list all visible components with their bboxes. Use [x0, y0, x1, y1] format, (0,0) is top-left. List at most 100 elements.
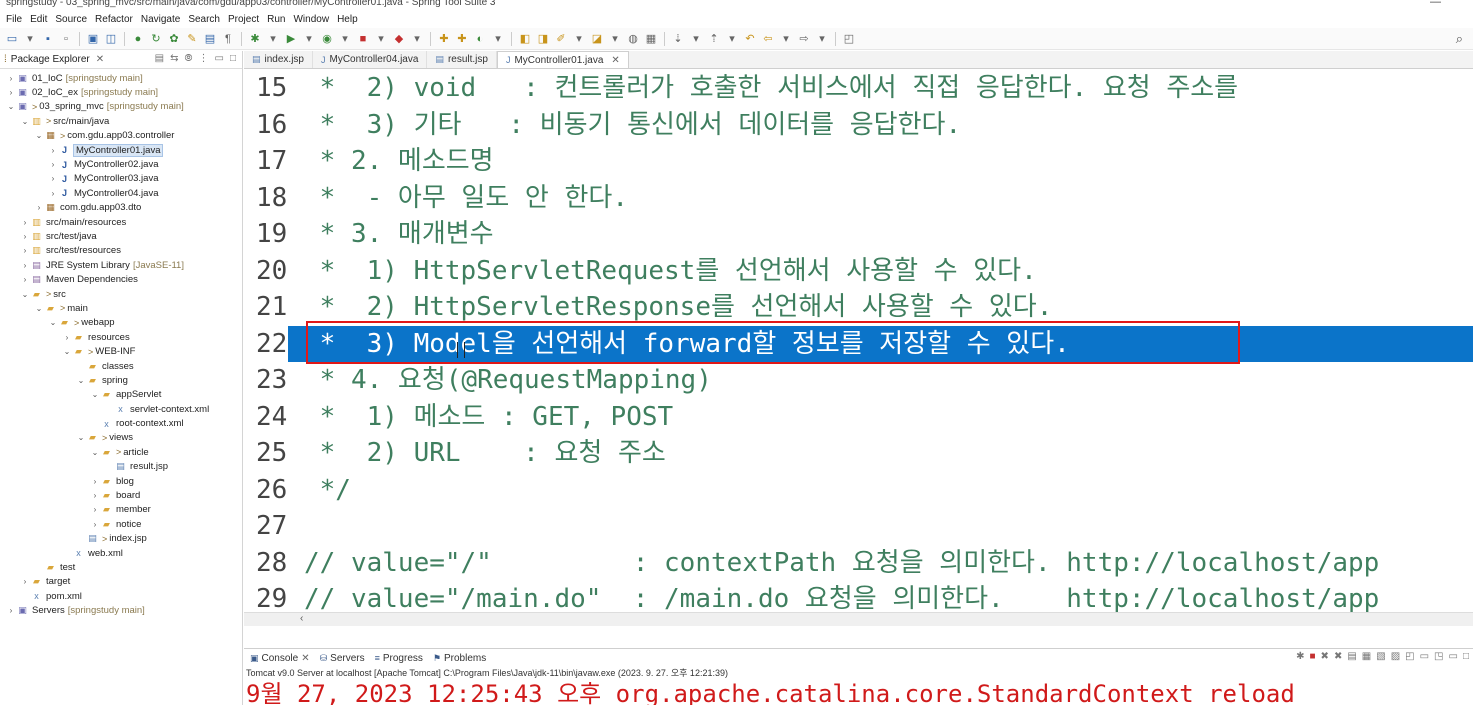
spring-icon[interactable]: ✿ [166, 31, 182, 47]
tree-item[interactable]: › J MyController02.java [0, 157, 242, 171]
menu-help[interactable]: Help [335, 14, 364, 25]
chevron-right-icon[interactable]: › [34, 203, 44, 212]
pin-console-icon[interactable]: ◰ [1405, 651, 1414, 662]
stop-icon[interactable]: ■ [355, 31, 371, 47]
tab-console[interactable]: ▣ Console ✕ [250, 653, 310, 664]
new-icon[interactable]: ▭ [4, 31, 20, 47]
dropdown-arrow-icon[interactable]: ▾ [22, 31, 38, 47]
tree-item[interactable]: ⌄ ▣ >03_spring_mvc [springstudy main] [0, 100, 242, 114]
horizontal-scrollbar[interactable]: ‹ [244, 612, 1473, 626]
skip-breakpoints-icon[interactable]: ◫ [103, 31, 119, 47]
link-with-editor-icon[interactable]: ⇆ [170, 53, 178, 64]
tree-item[interactable]: x pom.xml [0, 589, 242, 603]
chevron-down-icon[interactable]: ⌄ [90, 390, 100, 399]
chevron-right-icon[interactable]: › [48, 160, 58, 169]
scroll-left-icon[interactable]: ‹ [300, 613, 303, 624]
dropdown-arrow-icon[interactable]: ▾ [724, 31, 740, 47]
remove-launch-icon[interactable]: ✖ [1321, 651, 1329, 662]
tree-item[interactable]: ▤ > index.jsp [0, 532, 242, 546]
block-select-icon[interactable]: ▤ [202, 31, 218, 47]
search-icon[interactable]: ⌕ [1456, 31, 1463, 47]
maximize-icon[interactable]: □ [1463, 651, 1469, 662]
open-type-icon[interactable]: ◧ [517, 31, 533, 47]
view-menu-icon[interactable]: ⋮ [199, 53, 209, 64]
tree-item[interactable]: ▰ classes [0, 359, 242, 373]
minimize-icon[interactable]: ▭ [1449, 651, 1458, 662]
tree-item[interactable]: ⌄ ▰ > WEB-INF [0, 344, 242, 358]
tab-mycontroller04[interactable]: J MyController04.java [313, 51, 428, 68]
tree-item[interactable]: › ▦ com.gdu.app03.dto [0, 201, 242, 215]
tree-item[interactable]: › ▰ notice [0, 517, 242, 531]
chevron-right-icon[interactable]: › [20, 577, 30, 586]
tree-item[interactable]: x servlet-context.xml [0, 402, 242, 416]
open-task-icon[interactable]: ◨ [535, 31, 551, 47]
next-annotation-icon[interactable]: ⇣ [670, 31, 686, 47]
new-class-icon[interactable]: ◐ [472, 31, 488, 47]
code-line[interactable]: 20 * 1) HttpServletRequest를 선언해서 사용할 수 있… [244, 253, 1473, 290]
dropdown-arrow-icon[interactable]: ▾ [778, 31, 794, 47]
code-line[interactable]: 17 * 2. 메소드명 [244, 143, 1473, 180]
new-package-icon[interactable]: ✚ [454, 31, 470, 47]
tree-item[interactable]: ▰ test [0, 560, 242, 574]
tree-item[interactable]: ⌄ ▰ > article [0, 445, 242, 459]
new-console-icon[interactable]: ◳ [1434, 651, 1443, 662]
code-line[interactable]: 16 * 3) 기타 : 비동기 통신에서 데이터를 응답한다. [244, 107, 1473, 144]
dropdown-arrow-icon[interactable]: ▾ [607, 31, 623, 47]
close-icon[interactable]: ✕ [611, 55, 619, 66]
chevron-right-icon[interactable]: › [48, 146, 58, 155]
terminal-icon[interactable]: ▣ [85, 31, 101, 47]
tab-servers[interactable]: ⛁ Servers [320, 653, 365, 664]
dropdown-arrow-icon[interactable]: ▾ [337, 31, 353, 47]
menu-project[interactable]: Project [226, 14, 265, 25]
chevron-right-icon[interactable]: › [90, 505, 100, 514]
tab-result-jsp[interactable]: ▤ result.jsp [427, 51, 497, 68]
menu-edit[interactable]: Edit [28, 14, 53, 25]
tree-item[interactable]: ⌄ ▰ > views [0, 431, 242, 445]
forward-icon[interactable]: ⇨ [796, 31, 812, 47]
tab-package-explorer[interactable]: ⁞ Package Explorer ✕ [4, 54, 104, 65]
dropdown-arrow-icon[interactable]: ▾ [571, 31, 587, 47]
tab-index-jsp[interactable]: ▤ index.jsp [244, 51, 313, 68]
code-line[interactable]: 24 * 1) 메소드 : GET, POST [244, 399, 1473, 436]
tree-item[interactable]: › ▰ member [0, 503, 242, 517]
tree-item[interactable]: › ▥ src/test/resources [0, 244, 242, 258]
show-whitespace-icon[interactable]: ¶ [220, 31, 236, 47]
chevron-right-icon[interactable]: › [20, 232, 30, 241]
menu-file[interactable]: File [4, 14, 28, 25]
menu-navigate[interactable]: Navigate [139, 14, 186, 25]
chevron-down-icon[interactable]: ⌄ [20, 117, 30, 126]
chevron-right-icon[interactable]: › [90, 520, 100, 529]
run-icon[interactable]: ▶ [283, 31, 299, 47]
dropdown-arrow-icon[interactable]: ▾ [814, 31, 830, 47]
dropdown-arrow-icon[interactable]: ▾ [490, 31, 506, 47]
coverage-icon[interactable]: ◉ [319, 31, 335, 47]
tree-item[interactable]: x root-context.xml [0, 416, 242, 430]
chevron-down-icon[interactable]: ⌄ [76, 376, 86, 385]
word-wrap-icon[interactable]: ▧ [1376, 651, 1385, 662]
menu-search[interactable]: Search [186, 14, 226, 25]
globe-icon[interactable]: ◍ [625, 31, 641, 47]
menu-window[interactable]: Window [291, 14, 335, 25]
tab-progress[interactable]: ≡ Progress [375, 653, 423, 664]
prev-annotation-icon[interactable]: ⇡ [706, 31, 722, 47]
chevron-down-icon[interactable]: ⌄ [62, 347, 72, 356]
remove-all-icon[interactable]: ✖ [1334, 651, 1342, 662]
tree-item[interactable]: ⌄ ▥ > src/main/java [0, 114, 242, 128]
code-line[interactable]: 18 * - 아무 일도 안 한다. [244, 180, 1473, 217]
code-line[interactable]: 26 */ [244, 472, 1473, 509]
debug-icon[interactable]: ✱ [247, 31, 263, 47]
chevron-down-icon[interactable]: ⌄ [34, 131, 44, 140]
clear-console-icon[interactable]: ▦ [1362, 651, 1371, 662]
tree-item[interactable]: › ▥ src/test/java [0, 229, 242, 243]
refresh-icon[interactable]: ↻ [148, 31, 164, 47]
code-line[interactable]: 27 [244, 508, 1473, 545]
chevron-right-icon[interactable]: › [6, 606, 16, 615]
code-line[interactable]: 19 * 3. 매개변수 [244, 216, 1473, 253]
minimize-icon[interactable]: ▭ [215, 53, 224, 64]
tree-item[interactable]: › J MyController04.java [0, 186, 242, 200]
chevron-right-icon[interactable]: › [20, 218, 30, 227]
tree-item[interactable]: › ▤ Maven Dependencies [0, 272, 242, 286]
dropdown-arrow-icon[interactable]: ▾ [301, 31, 317, 47]
new-java-project-icon[interactable]: ✚ [436, 31, 452, 47]
chevron-right-icon[interactable]: › [20, 246, 30, 255]
